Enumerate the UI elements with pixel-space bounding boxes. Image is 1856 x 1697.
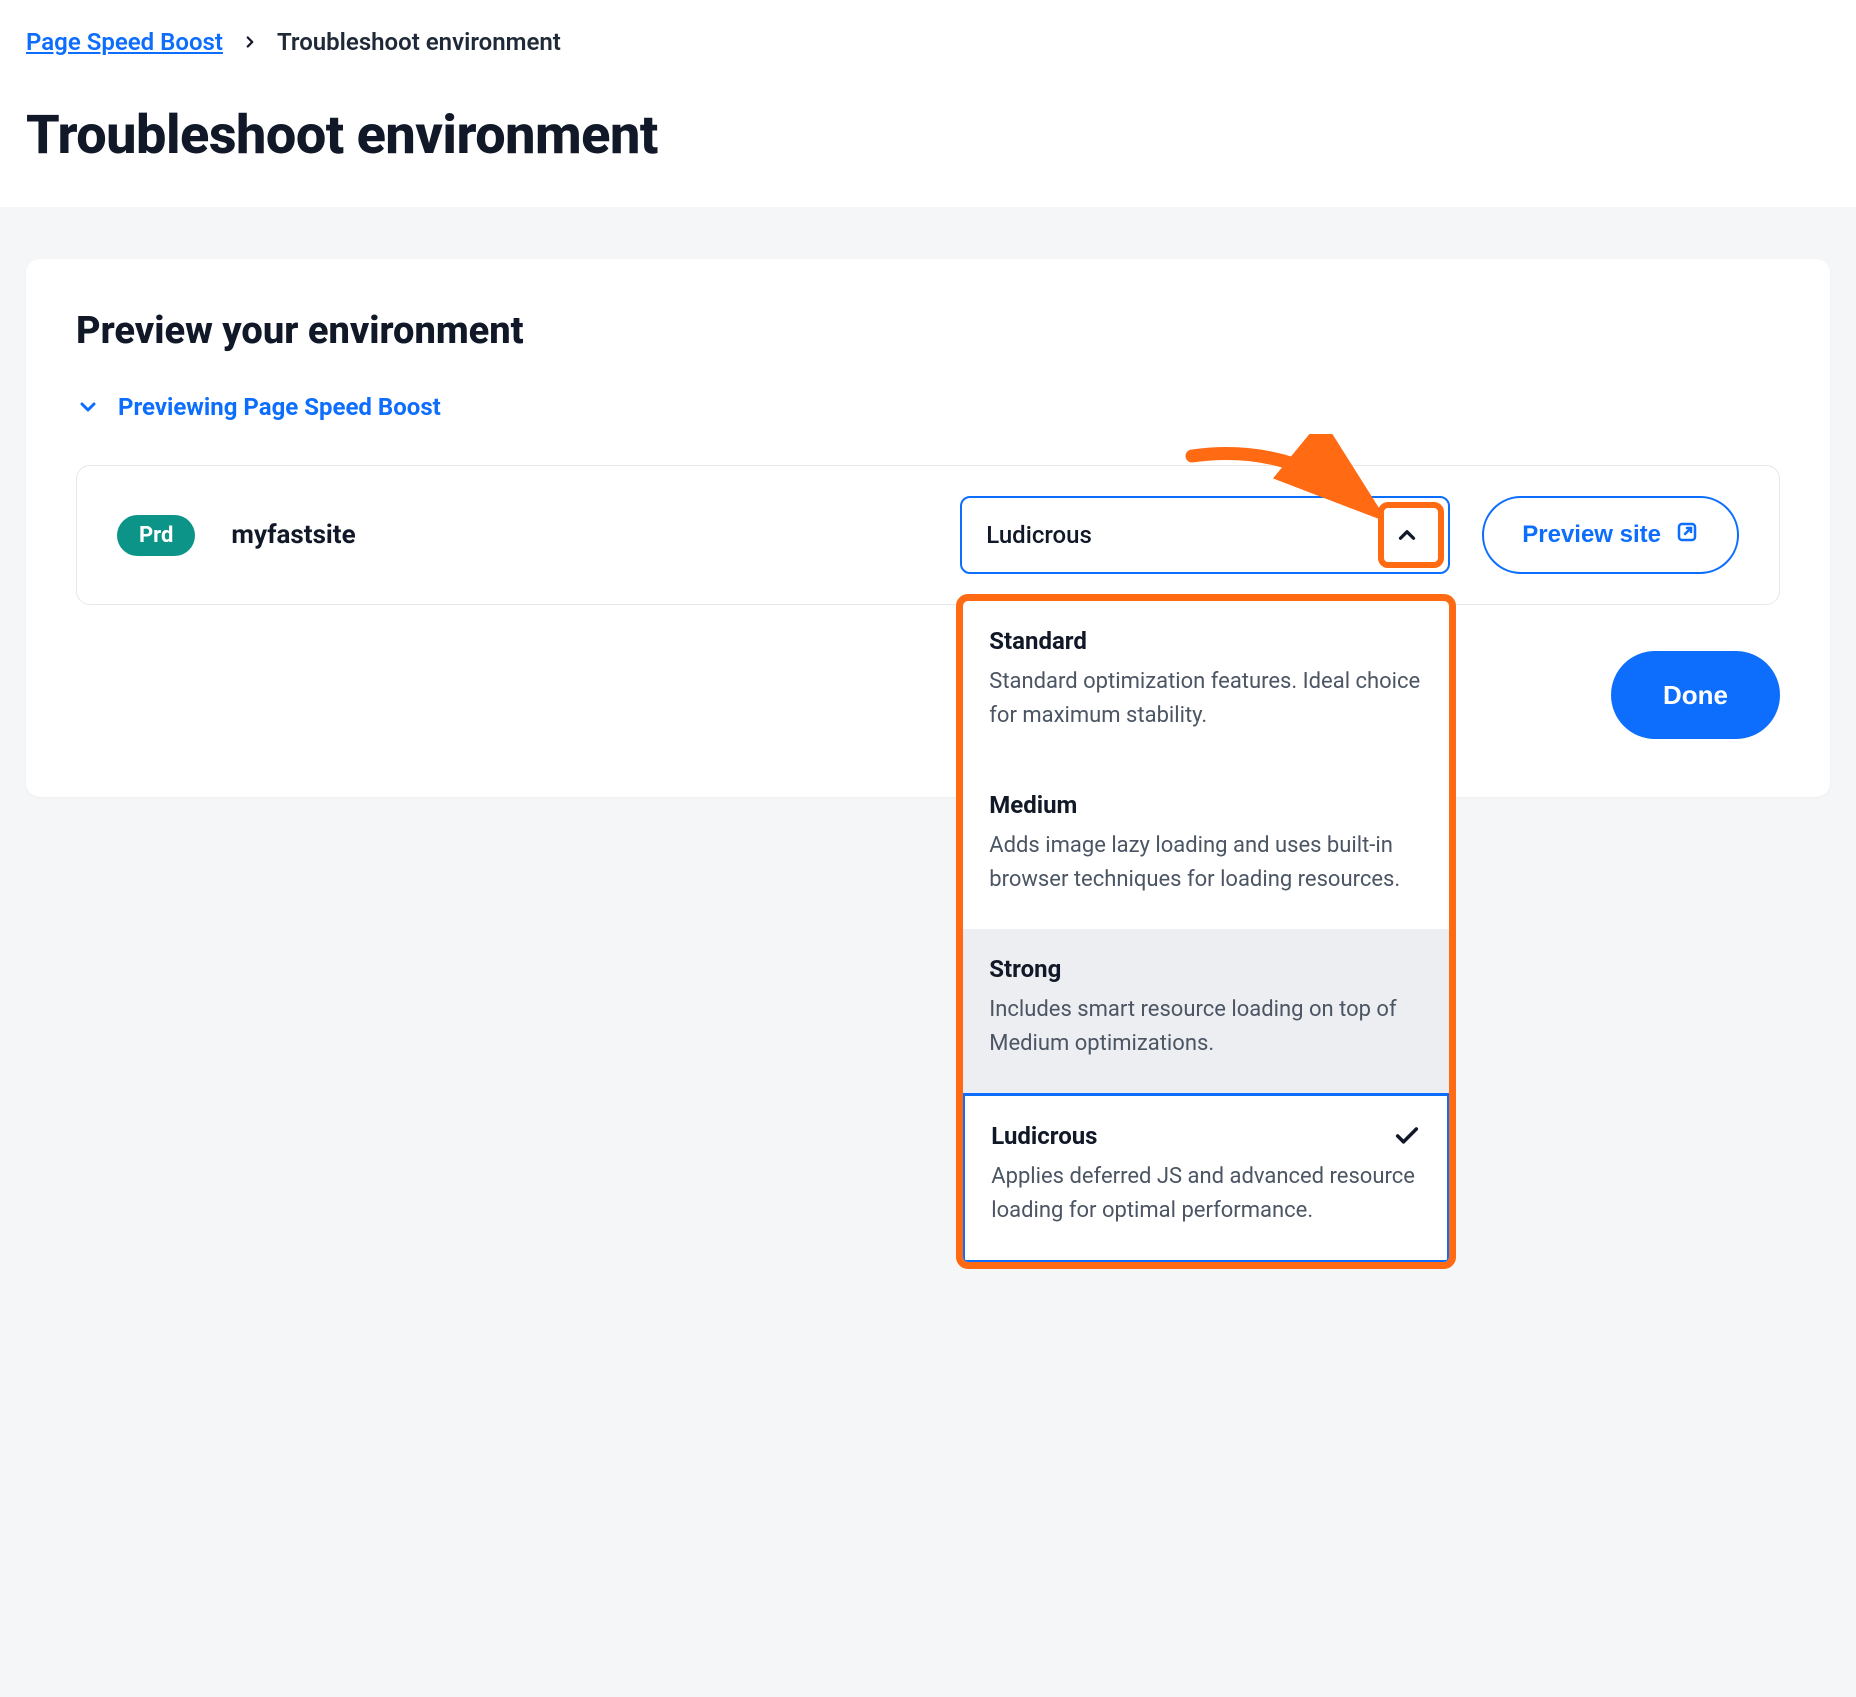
card-title: Preview your environment bbox=[76, 309, 1780, 353]
external-link-icon bbox=[1675, 520, 1699, 551]
environment-panel: Prd myfastsite Ludicrous bbox=[76, 465, 1780, 605]
page-title: Troubleshoot environment bbox=[26, 104, 1830, 167]
chevron-down-icon bbox=[76, 395, 100, 419]
option-standard[interactable]: Standard Standard optimization features.… bbox=[963, 601, 1449, 765]
breadcrumb: Page Speed Boost Troubleshoot environmen… bbox=[26, 28, 1830, 56]
chevron-right-icon bbox=[241, 33, 259, 51]
option-title: Ludicrous bbox=[991, 1122, 1097, 1150]
breadcrumb-root-link[interactable]: Page Speed Boost bbox=[26, 28, 223, 56]
done-button[interactable]: Done bbox=[1611, 651, 1780, 739]
option-desc: Standard optimization features. Ideal ch… bbox=[989, 665, 1423, 733]
option-desc: Includes smart resource loading on top o… bbox=[989, 993, 1423, 1061]
option-strong[interactable]: Strong Includes smart resource loading o… bbox=[963, 929, 1449, 1093]
option-title: Standard bbox=[989, 627, 1087, 655]
breadcrumb-current: Troubleshoot environment bbox=[277, 28, 561, 56]
option-title: Strong bbox=[989, 955, 1061, 983]
previewing-label: Previewing Page Speed Boost bbox=[118, 393, 441, 421]
option-ludicrous[interactable]: Ludicrous Applies deferred JS and advanc… bbox=[962, 1093, 1450, 1263]
site-name: myfastsite bbox=[231, 520, 355, 550]
select-trigger[interactable]: Ludicrous bbox=[960, 496, 1450, 574]
option-medium[interactable]: Medium Adds image lazy loading and uses … bbox=[963, 765, 1449, 929]
check-icon bbox=[1393, 1122, 1421, 1150]
optimization-dropdown: Standard Standard optimization features.… bbox=[956, 594, 1456, 1269]
preview-card: Preview your environment Previewing Page… bbox=[26, 259, 1830, 797]
option-desc: Adds image lazy loading and uses built-i… bbox=[989, 829, 1423, 897]
preview-site-button[interactable]: Preview site bbox=[1482, 496, 1739, 574]
chevron-up-icon bbox=[1392, 520, 1422, 550]
option-desc: Applies deferred JS and advanced resourc… bbox=[991, 1160, 1421, 1228]
env-badge: Prd bbox=[117, 515, 195, 556]
select-value: Ludicrous bbox=[986, 521, 1092, 549]
optimization-select[interactable]: Ludicrous Standard bbox=[960, 496, 1450, 574]
previewing-toggle[interactable]: Previewing Page Speed Boost bbox=[76, 393, 1780, 421]
preview-site-label: Preview site bbox=[1522, 521, 1661, 549]
option-title: Medium bbox=[989, 791, 1077, 819]
